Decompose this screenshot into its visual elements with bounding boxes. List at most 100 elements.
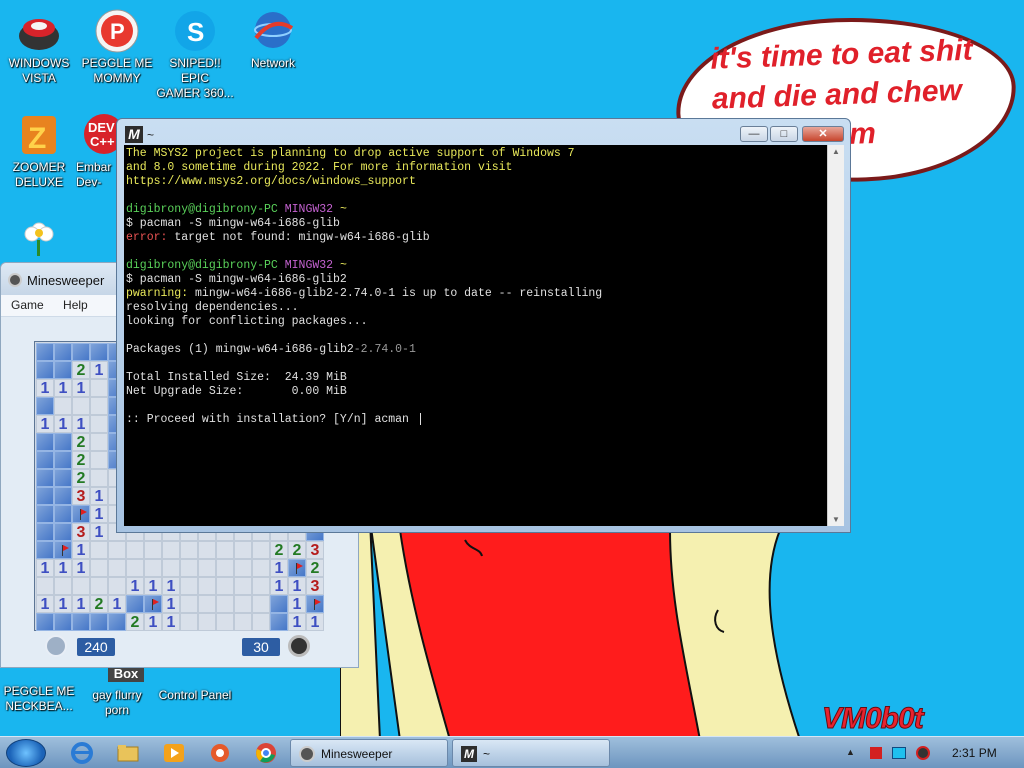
revealed-cell[interactable]: 2 — [288, 541, 306, 559]
flagged-cell[interactable] — [144, 595, 162, 613]
revealed-cell[interactable]: 1 — [270, 559, 288, 577]
revealed-cell[interactable]: 1 — [90, 487, 108, 505]
display-icon[interactable] — [892, 747, 906, 759]
revealed-cell[interactable] — [90, 451, 108, 469]
volume-icon[interactable] — [916, 746, 930, 760]
revealed-cell[interactable]: 1 — [288, 577, 306, 595]
revealed-cell[interactable] — [180, 595, 198, 613]
hidden-cell[interactable] — [36, 487, 54, 505]
flagged-cell[interactable] — [72, 505, 90, 523]
hidden-cell[interactable] — [36, 541, 54, 559]
revealed-cell[interactable] — [180, 577, 198, 595]
revealed-cell[interactable] — [252, 559, 270, 577]
revealed-cell[interactable] — [252, 577, 270, 595]
revealed-cell[interactable] — [126, 541, 144, 559]
hidden-cell[interactable] — [54, 505, 72, 523]
revealed-cell[interactable] — [162, 559, 180, 577]
revealed-cell[interactable]: 1 — [126, 577, 144, 595]
revealed-cell[interactable]: 1 — [144, 577, 162, 595]
revealed-cell[interactable]: 1 — [162, 595, 180, 613]
revealed-cell[interactable] — [252, 595, 270, 613]
revealed-cell[interactable] — [198, 559, 216, 577]
hidden-cell[interactable] — [270, 595, 288, 613]
revealed-cell[interactable] — [72, 397, 90, 415]
hidden-cell[interactable] — [54, 487, 72, 505]
revealed-cell[interactable]: 1 — [54, 595, 72, 613]
revealed-cell[interactable]: 1 — [36, 379, 54, 397]
revealed-cell[interactable]: 1 — [36, 415, 54, 433]
hidden-cell[interactable] — [90, 613, 108, 631]
desktop-icon-zoomer-deluxe[interactable]: Z ZOOMER DELUXE — [0, 112, 78, 190]
desktop-icon-flower[interactable] — [0, 212, 78, 258]
taskbar-button-minesweeper[interactable]: Minesweeper — [290, 739, 448, 767]
show-hidden-icons-icon[interactable]: ▲ — [846, 747, 855, 757]
revealed-cell[interactable]: 3 — [72, 487, 90, 505]
revealed-cell[interactable] — [216, 541, 234, 559]
menu-game[interactable]: Game — [11, 298, 44, 312]
hidden-cell[interactable] — [72, 343, 90, 361]
maximize-button[interactable]: □ — [770, 126, 798, 142]
revealed-cell[interactable]: 1 — [90, 523, 108, 541]
close-button[interactable]: ✕ — [802, 126, 844, 142]
revealed-cell[interactable]: 3 — [72, 523, 90, 541]
hidden-cell[interactable] — [54, 343, 72, 361]
revealed-cell[interactable]: 3 — [306, 577, 324, 595]
revealed-cell[interactable]: 1 — [162, 613, 180, 631]
explorer-folder-icon[interactable] — [116, 741, 140, 765]
desktop-icon-network[interactable]: Network — [234, 8, 312, 71]
revealed-cell[interactable] — [180, 559, 198, 577]
revealed-cell[interactable]: 1 — [162, 577, 180, 595]
hidden-cell[interactable] — [36, 469, 54, 487]
revealed-cell[interactable] — [234, 559, 252, 577]
revealed-cell[interactable]: 1 — [36, 595, 54, 613]
revealed-cell[interactable] — [234, 595, 252, 613]
revealed-cell[interactable] — [216, 595, 234, 613]
revealed-cell[interactable] — [90, 469, 108, 487]
hidden-cell[interactable] — [36, 361, 54, 379]
revealed-cell[interactable] — [108, 577, 126, 595]
revealed-cell[interactable] — [252, 613, 270, 631]
revealed-cell[interactable]: 1 — [90, 361, 108, 379]
hidden-cell[interactable] — [36, 433, 54, 451]
revealed-cell[interactable] — [90, 559, 108, 577]
revealed-cell[interactable]: 2 — [306, 559, 324, 577]
hidden-cell[interactable] — [72, 613, 90, 631]
revealed-cell[interactable]: 2 — [126, 613, 144, 631]
media-player-icon[interactable] — [162, 741, 186, 765]
revealed-cell[interactable]: 1 — [144, 613, 162, 631]
revealed-cell[interactable]: 1 — [54, 379, 72, 397]
flagged-cell[interactable] — [306, 595, 324, 613]
hidden-cell[interactable] — [36, 613, 54, 631]
desktop-icon-peggle-me-mommy[interactable]: P PEGGLE ME MOMMY — [78, 8, 156, 86]
revealed-cell[interactable]: 1 — [306, 613, 324, 631]
hidden-cell[interactable] — [36, 397, 54, 415]
revealed-cell[interactable]: 2 — [72, 361, 90, 379]
revealed-cell[interactable] — [162, 541, 180, 559]
revealed-cell[interactable]: 1 — [72, 559, 90, 577]
revealed-cell[interactable]: 2 — [72, 451, 90, 469]
revealed-cell[interactable] — [180, 541, 198, 559]
revealed-cell[interactable] — [198, 595, 216, 613]
revealed-cell[interactable] — [90, 541, 108, 559]
desktop-icon-windows-vista[interactable]: WINDOWS VISTA — [0, 8, 78, 86]
revealed-cell[interactable] — [198, 577, 216, 595]
game-explorer-icon[interactable] — [208, 741, 232, 765]
revealed-cell[interactable] — [108, 559, 126, 577]
revealed-cell[interactable] — [90, 379, 108, 397]
revealed-cell[interactable]: 2 — [72, 469, 90, 487]
revealed-cell[interactable]: 1 — [72, 541, 90, 559]
revealed-cell[interactable]: 3 — [306, 541, 324, 559]
flagged-cell[interactable] — [288, 559, 306, 577]
revealed-cell[interactable] — [144, 541, 162, 559]
terminal-output[interactable]: The MSYS2 project is planning to drop ac… — [124, 145, 844, 526]
internet-explorer-icon[interactable] — [70, 741, 94, 765]
chrome-icon[interactable] — [254, 741, 278, 765]
hidden-cell[interactable] — [36, 523, 54, 541]
hidden-cell[interactable] — [54, 451, 72, 469]
revealed-cell[interactable]: 1 — [36, 559, 54, 577]
hidden-cell[interactable] — [54, 613, 72, 631]
revealed-cell[interactable]: 1 — [72, 595, 90, 613]
revealed-cell[interactable] — [234, 541, 252, 559]
hidden-cell[interactable] — [126, 595, 144, 613]
revealed-cell[interactable]: 2 — [90, 595, 108, 613]
